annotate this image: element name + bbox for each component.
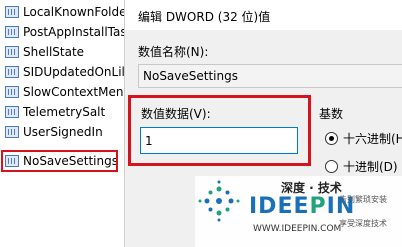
list-item[interactable]: UserSignedIn bbox=[0, 122, 124, 142]
value-name-field: NoSaveSettings bbox=[138, 64, 402, 88]
selection-highlight-box bbox=[1, 150, 118, 172]
radio-button-icon[interactable] bbox=[325, 132, 338, 145]
value-name-text: NoSaveSettings bbox=[143, 69, 238, 83]
base-group-label: 基数 bbox=[319, 107, 344, 121]
radio-decimal[interactable]: 十进制(D) bbox=[325, 158, 398, 175]
list-item-label: ShellState bbox=[23, 45, 85, 59]
watermark: 深度 · 技术 IDEEPIN WWW.IDEEPIN.COM 告别繁琐安装 享… bbox=[195, 176, 402, 247]
value-data-highlight-box bbox=[128, 95, 311, 166]
list-item[interactable]: TelemetrySalt bbox=[0, 102, 124, 122]
list-item-label: SIDUpdatedOnLil bbox=[23, 65, 124, 79]
registry-value-list: LocalKnownFolde PostAppInstallTas ShellS… bbox=[0, 0, 124, 247]
deepin-logo-icon bbox=[198, 180, 240, 222]
list-item-label: SlowContextMenu bbox=[23, 85, 124, 99]
registry-value-icon bbox=[5, 126, 19, 138]
watermark-url: WWW.IDEEPIN.COM bbox=[253, 224, 342, 234]
list-item[interactable]: SIDUpdatedOnLil bbox=[0, 62, 124, 82]
radio-hexadecimal[interactable]: 十六进制(H bbox=[325, 130, 402, 147]
watermark-tagline: 享受深度技术 bbox=[339, 219, 387, 228]
registry-value-icon bbox=[5, 66, 19, 78]
list-item[interactable]: PostAppInstallTas bbox=[0, 22, 124, 42]
list-item-label: TelemetrySalt bbox=[23, 105, 106, 119]
watermark-tagline: 告别繁琐安装 bbox=[339, 195, 387, 204]
list-item-label: PostAppInstallTas bbox=[23, 25, 124, 39]
radio-button-icon[interactable] bbox=[325, 160, 338, 173]
registry-value-icon bbox=[5, 26, 19, 38]
list-item-label: UserSignedIn bbox=[23, 125, 103, 139]
radio-label: 十进制(D) bbox=[343, 160, 398, 174]
registry-value-icon bbox=[5, 6, 19, 18]
radio-label: 十六进制(H bbox=[343, 132, 402, 146]
registry-value-icon bbox=[5, 86, 19, 98]
value-name-label: 数值名称(N): bbox=[138, 45, 209, 59]
dialog-title: 编辑 DWORD (32 位)值 bbox=[138, 10, 271, 24]
registry-value-icon bbox=[5, 46, 19, 58]
list-item[interactable]: LocalKnownFolde bbox=[0, 2, 124, 22]
list-item-label: LocalKnownFolde bbox=[23, 5, 124, 19]
dialog-titlebar: 编辑 DWORD (32 位)值 bbox=[125, 0, 402, 30]
list-item[interactable]: SlowContextMenu bbox=[0, 82, 124, 102]
list-item[interactable]: ShellState bbox=[0, 42, 124, 62]
registry-value-icon bbox=[5, 106, 19, 118]
